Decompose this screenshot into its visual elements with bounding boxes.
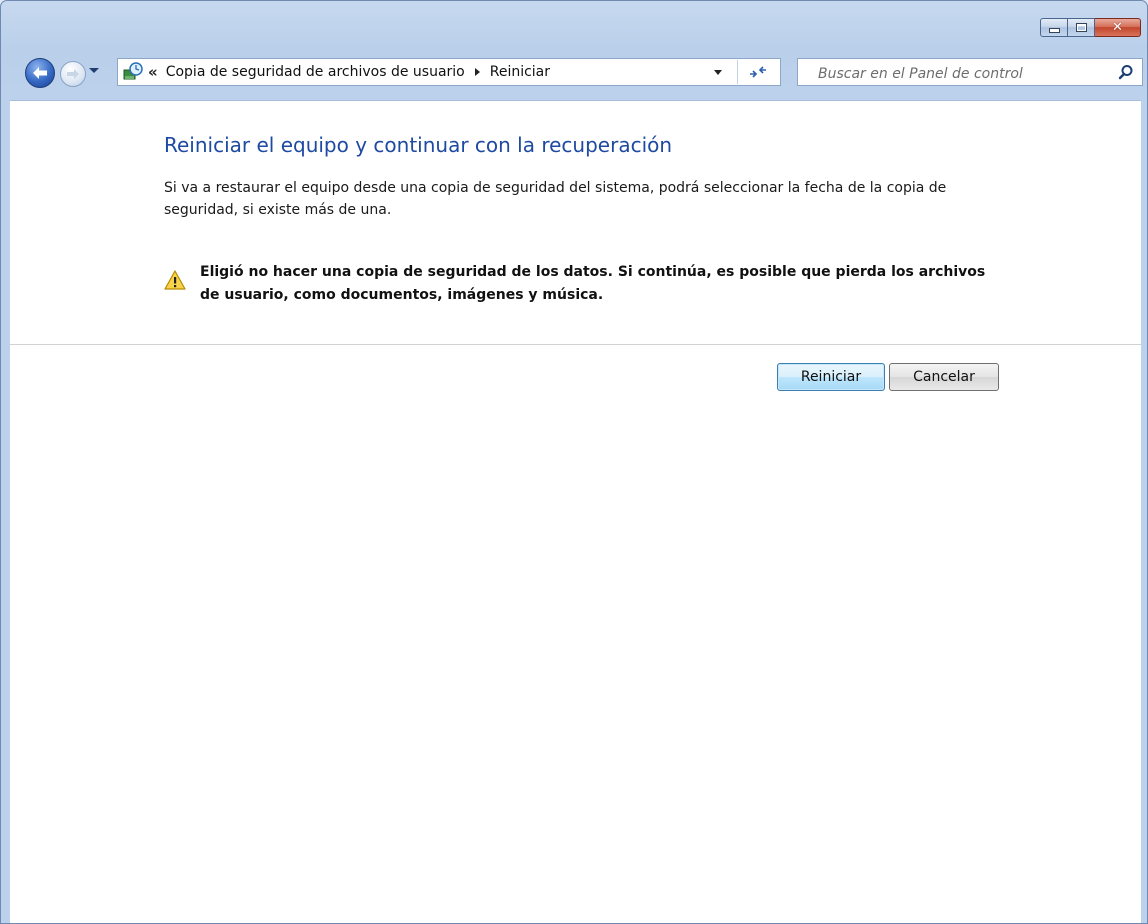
back-arrow-icon xyxy=(33,67,47,79)
search-icon[interactable] xyxy=(1118,64,1134,80)
refresh-button[interactable] xyxy=(737,60,778,84)
recent-pages-dropdown-icon[interactable] xyxy=(89,68,99,73)
warning-message: Eligió no hacer una copia de seguridad d… xyxy=(164,261,1004,307)
breadcrumb-item-restart[interactable]: Reiniciar xyxy=(490,64,550,80)
cancel-button[interactable]: Cancelar xyxy=(889,363,999,391)
caption-buttons: ✕ xyxy=(1040,18,1141,37)
address-dropdown-icon[interactable] xyxy=(714,70,722,75)
address-bar[interactable]: « Copia de seguridad de archivos de usua… xyxy=(117,58,781,86)
forward-button[interactable] xyxy=(60,61,86,87)
minimize-icon xyxy=(1048,28,1060,33)
breadcrumb-item-backup[interactable]: Copia de seguridad de archivos de usuari… xyxy=(166,64,465,80)
content-pane: Reiniciar el equipo y continuar con la r… xyxy=(10,100,1141,923)
page-description: Si va a restaurar el equipo desde una co… xyxy=(164,180,947,218)
control-panel-window: ✕ « Copia de seguridad de archivos de us… xyxy=(0,0,1148,924)
warning-icon xyxy=(164,270,186,290)
forward-arrow-icon xyxy=(67,69,79,79)
divider xyxy=(10,344,1141,345)
refresh-icon xyxy=(750,66,766,78)
warning-text: Eligió no hacer una copia de seguridad d… xyxy=(200,264,986,303)
close-icon: ✕ xyxy=(1112,20,1123,35)
maximize-icon xyxy=(1075,23,1087,32)
backup-restore-icon xyxy=(122,62,144,82)
breadcrumb-overflow[interactable]: « xyxy=(148,63,158,81)
close-button[interactable]: ✕ xyxy=(1095,18,1141,37)
back-button[interactable] xyxy=(25,58,55,88)
breadcrumb-separator-icon[interactable] xyxy=(474,68,480,76)
restart-button[interactable]: Reiniciar xyxy=(777,363,885,391)
search-input[interactable] xyxy=(816,63,1110,85)
navigation-bar: « Copia de seguridad de archivos de usua… xyxy=(1,56,1147,88)
search-box xyxy=(797,58,1143,86)
minimize-button[interactable] xyxy=(1040,18,1068,37)
maximize-button[interactable] xyxy=(1068,18,1095,37)
page-title: Reiniciar el equipo y continuar con la r… xyxy=(164,133,673,157)
